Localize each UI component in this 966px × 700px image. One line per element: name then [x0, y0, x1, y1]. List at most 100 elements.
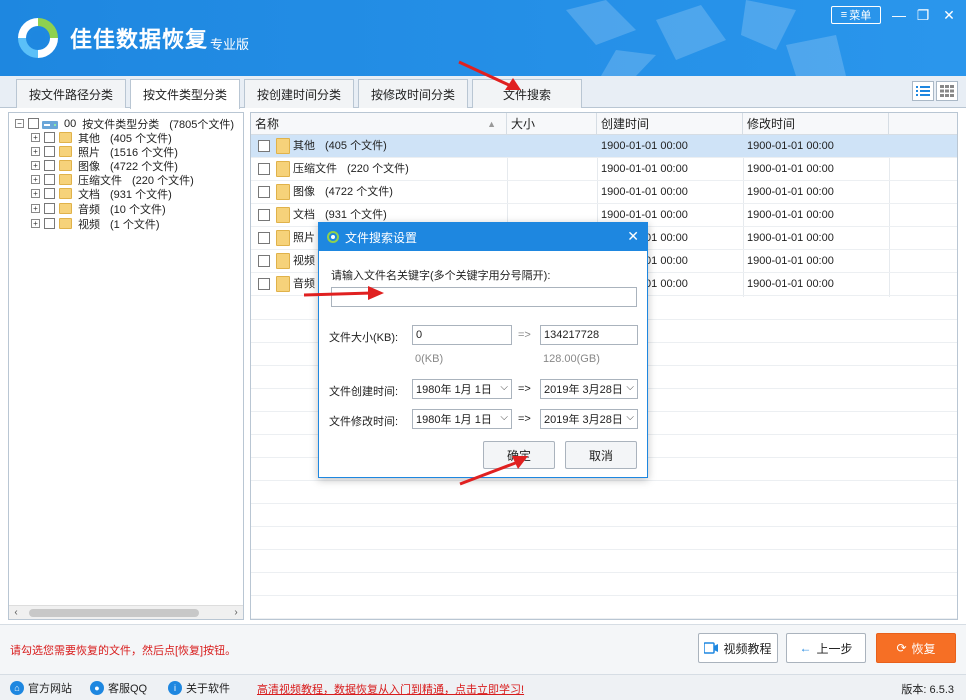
app-edition: 专业版 [210, 37, 250, 52]
row-checkbox[interactable] [258, 255, 270, 267]
restore-button[interactable]: ❐ [912, 4, 934, 26]
row-name: 视频 [293, 255, 315, 267]
dialog-close-icon[interactable]: ✕ [627, 228, 639, 245]
created-range-arrow: => [518, 383, 531, 395]
refresh-icon: ⟳ [896, 641, 907, 655]
tab-by-created[interactable]: 按创建时间分类 [244, 79, 354, 108]
menu-button[interactable]: ≡ 菜单 [831, 6, 881, 24]
tree-item-checkbox[interactable] [44, 174, 55, 185]
created-from-select[interactable]: 1980年 1月 1日 ⌵ [412, 379, 512, 399]
column-name[interactable]: 名称 ▲ [251, 113, 507, 135]
row-name: 压缩文件 [293, 163, 337, 175]
expand-icon[interactable]: + [31, 189, 40, 198]
column-size[interactable]: 大小 [507, 113, 597, 135]
tree-root-code: 00 [64, 117, 77, 130]
row-checkbox[interactable] [258, 163, 270, 175]
modified-to-value: 2019年 3月28日 [544, 414, 623, 426]
tree-item-count: (931 个文件) [110, 188, 172, 201]
table-row[interactable]: 压缩文件 (220 个文件) 1900-01-01 00:00 1900-01-01 … [251, 158, 957, 181]
row-modified: 1900-01-01 00:00 [747, 209, 834, 221]
size-min-input[interactable] [412, 325, 512, 345]
tree-item[interactable]: + 文档 (931 个文件) [31, 186, 172, 201]
row-checkbox[interactable] [258, 186, 270, 198]
expand-icon[interactable]: + [31, 147, 40, 156]
row-checkbox[interactable] [258, 209, 270, 221]
menu-label: 菜单 [849, 10, 872, 22]
row-checkbox[interactable] [258, 278, 270, 290]
row-count: (931 个文件) [325, 209, 387, 221]
arrow-left-icon: ← [799, 641, 812, 655]
row-checkbox[interactable] [258, 232, 270, 244]
keyword-label: 请输入文件名关键字(多个关键字用分号隔开): [331, 270, 551, 282]
tab-by-type[interactable]: 按文件类型分类 [130, 79, 240, 109]
folder-icon [59, 174, 72, 185]
scroll-right-icon[interactable]: › [229, 606, 243, 620]
tree-item-label: 文档 [78, 188, 100, 201]
tree-item[interactable]: + 音频 (10 个文件) [31, 201, 166, 216]
tree-item-checkbox[interactable] [44, 188, 55, 199]
tree-item-checkbox[interactable] [44, 203, 55, 214]
tree-item-checkbox[interactable] [44, 146, 55, 157]
tree-item-checkbox[interactable] [44, 132, 55, 143]
keyword-input[interactable] [331, 287, 637, 307]
tree-horizontal-scrollbar[interactable]: ‹ › [9, 605, 243, 619]
video-tutorial-button[interactable]: 视频教程 [698, 633, 778, 663]
expand-icon[interactable]: + [31, 175, 40, 184]
title-decoration [566, 0, 846, 76]
row-name: 文档 [293, 209, 315, 221]
tab-file-search[interactable]: 文件搜索 [472, 79, 582, 108]
column-created[interactable]: 创建时间 [597, 113, 743, 135]
grid-view-button[interactable] [936, 81, 958, 101]
row-modified: 1900-01-01 00:00 [747, 255, 834, 267]
expand-icon[interactable]: + [31, 161, 40, 170]
folder-icon [59, 218, 72, 229]
folder-icon [276, 207, 290, 223]
tree-root-checkbox[interactable] [28, 118, 39, 129]
qq-support-link[interactable]: ● 客服QQ [90, 679, 147, 697]
about-link[interactable]: i 关于软件 [168, 679, 230, 697]
column-modified[interactable]: 修改时间 [743, 113, 889, 135]
modified-to-select[interactable]: 2019年 3月28日 ⌵ [540, 409, 638, 429]
minimize-icon: — [892, 7, 906, 23]
folder-icon [276, 230, 290, 246]
row-modified: 1900-01-01 00:00 [747, 140, 834, 152]
tab-by-modified[interactable]: 按修改时间分类 [358, 79, 468, 108]
scrollbar-thumb[interactable] [29, 609, 199, 617]
website-link[interactable]: ⌂ 官方网站 [10, 679, 72, 697]
row-modified: 1900-01-01 00:00 [747, 186, 834, 198]
row-name-cell: 图像 (4722 个文件) [293, 181, 503, 204]
recover-button[interactable]: ⟳ 恢复 [876, 633, 956, 663]
ok-button[interactable]: 确定 [483, 441, 555, 469]
list-view-button[interactable] [912, 81, 934, 101]
close-button[interactable]: ✕ [938, 4, 960, 26]
prev-step-label: 上一步 [816, 641, 853, 656]
tree-item-checkbox[interactable] [44, 160, 55, 171]
scroll-left-icon[interactable]: ‹ [9, 606, 23, 620]
minimize-button[interactable]: — [888, 4, 910, 26]
promo-link[interactable]: 高清视频教程，数据恢复从入门到精通，点击立即学习! [257, 681, 524, 697]
row-checkbox[interactable] [258, 140, 270, 152]
modified-from-value: 1980年 1月 1日 [416, 414, 492, 426]
tree-item-count: (1 个文件) [110, 218, 160, 231]
tree-item[interactable]: + 视频 (1 个文件) [31, 216, 160, 231]
table-row[interactable]: 图像 (4722 个文件) 1900-01-01 00:00 1900-01-01 0… [251, 181, 957, 204]
modified-from-select[interactable]: 1980年 1月 1日 ⌵ [412, 409, 512, 429]
size-max-input[interactable] [540, 325, 638, 345]
row-count: (405 个文件) [325, 140, 387, 152]
tree-item-checkbox[interactable] [44, 218, 55, 229]
table-row[interactable]: 其他 (405 个文件) 1900-01-01 00:00 1900-01-01 00… [251, 135, 957, 158]
search-settings-dialog: 文件搜索设置 ✕ 请输入文件名关键字(多个关键字用分号隔开): 文件大小(KB)… [318, 222, 648, 478]
row-name: 图像 [293, 186, 315, 198]
expand-icon[interactable]: + [31, 133, 40, 142]
collapse-icon[interactable]: − [15, 119, 24, 128]
info-icon: i [168, 681, 182, 695]
expand-icon[interactable]: + [31, 219, 40, 228]
cancel-button[interactable]: 取消 [565, 441, 637, 469]
prev-step-button[interactable]: ← 上一步 [786, 633, 866, 663]
created-to-select[interactable]: 2019年 3月28日 ⌵ [540, 379, 638, 399]
expand-icon[interactable]: + [31, 204, 40, 213]
tab-by-path[interactable]: 按文件路径分类 [16, 79, 126, 108]
created-from-value: 1980年 1月 1日 [416, 384, 492, 396]
chevron-down-icon: ⌵ [626, 382, 634, 393]
folder-icon [276, 184, 290, 200]
